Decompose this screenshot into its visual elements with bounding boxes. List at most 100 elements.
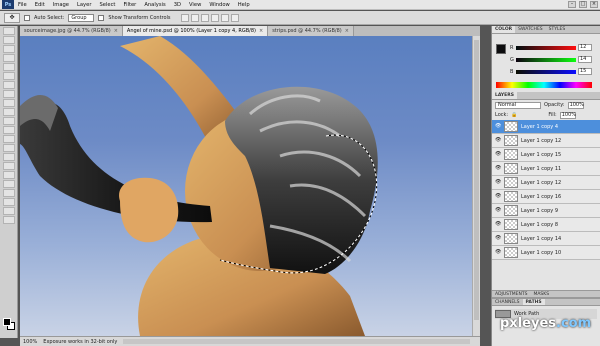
lasso-tool-icon[interactable]	[2, 45, 15, 53]
blue-value[interactable]: 15	[578, 68, 592, 75]
marquee-tool-icon[interactable]	[2, 36, 15, 44]
align-middle-icon[interactable]	[190, 13, 199, 22]
align-left-icon[interactable]	[210, 13, 219, 22]
path-select-tool-icon[interactable]	[2, 171, 15, 179]
gradient-tool-icon[interactable]	[2, 126, 15, 134]
visibility-eye-icon[interactable]: 👁	[495, 250, 501, 255]
zoom-level[interactable]: 100%	[23, 339, 37, 345]
visibility-eye-icon[interactable]: 👁	[495, 166, 501, 171]
move-tool-icon[interactable]	[2, 27, 15, 35]
menu-file[interactable]: File	[14, 2, 31, 8]
visibility-eye-icon[interactable]: 👁	[495, 208, 501, 213]
visibility-eye-icon[interactable]: 👁	[495, 236, 501, 241]
tab-color[interactable]: COLOR	[492, 26, 516, 33]
layer-row[interactable]: 👁 Layer 1 copy 14	[492, 232, 600, 246]
menu-3d[interactable]: 3D	[170, 2, 185, 8]
layer-row[interactable]: 👁 Layer 1 copy 10	[492, 246, 600, 260]
maximize-icon[interactable]: □	[579, 1, 587, 8]
layer-row[interactable]: 👁 Layer 1 copy 12	[492, 134, 600, 148]
minimize-icon[interactable]: –	[568, 1, 576, 8]
layer-row[interactable]: 👁 Layer 1 copy 16	[492, 190, 600, 204]
document-canvas[interactable]	[20, 36, 472, 336]
layer-row[interactable]: 👁 Layer 1 copy 9	[492, 204, 600, 218]
menu-window[interactable]: Window	[205, 2, 233, 8]
move-tool-preset-icon[interactable]: ✥	[4, 12, 20, 23]
menu-select[interactable]: Select	[95, 2, 119, 8]
tab-channels[interactable]: CHANNELS	[492, 299, 523, 305]
eyedropper-tool-icon[interactable]	[2, 72, 15, 80]
menu-image[interactable]: Image	[49, 2, 73, 8]
history-brush-tool-icon[interactable]	[2, 108, 15, 116]
red-value[interactable]: 12	[578, 44, 592, 51]
layer-row[interactable]: 👁 Layer 1 copy 8	[492, 218, 600, 232]
horizontal-scrollbar[interactable]	[123, 339, 470, 344]
3d-orbit-tool-icon[interactable]	[2, 198, 15, 206]
close-icon[interactable]: ×	[590, 1, 598, 8]
auto-select-dropdown[interactable]: Group	[68, 13, 95, 22]
lock-icon[interactable]: 🔒	[511, 112, 517, 118]
opacity-input[interactable]: 100%	[567, 101, 584, 109]
red-slider[interactable]	[516, 45, 576, 50]
eraser-tool-icon[interactable]	[2, 117, 15, 125]
blend-mode-dropdown[interactable]: Normal	[495, 101, 541, 109]
vertical-scrollbar[interactable]	[472, 36, 480, 336]
visibility-eye-icon[interactable]: 👁	[495, 124, 501, 129]
close-icon[interactable]: ×	[345, 28, 349, 34]
3d-rotate-tool-icon[interactable]	[2, 189, 15, 197]
pen-tool-icon[interactable]	[2, 153, 15, 161]
visibility-eye-icon[interactable]: 👁	[495, 138, 501, 143]
brush-tool-icon[interactable]	[2, 90, 15, 98]
close-icon[interactable]: ×	[259, 28, 263, 34]
menu-edit[interactable]: Edit	[31, 2, 49, 8]
tab-masks[interactable]: MASKS	[530, 291, 552, 297]
quick-select-tool-icon[interactable]	[2, 54, 15, 62]
menu-filter[interactable]: Filter	[119, 2, 140, 8]
blur-tool-icon[interactable]	[2, 135, 15, 143]
layer-row[interactable]: 👁 Layer 1 copy 11	[492, 162, 600, 176]
blue-slider[interactable]	[516, 69, 576, 74]
color-spectrum[interactable]	[496, 82, 592, 88]
menu-layer[interactable]: Layer	[73, 2, 95, 8]
tab-sourceimage[interactable]: sourceimage.jpg @ 44.7% (RGB/8) ×	[20, 26, 123, 36]
menu-view[interactable]: View	[185, 2, 205, 8]
tab-styles[interactable]: STYLES	[546, 26, 569, 33]
foreground-color-swatch[interactable]	[3, 318, 11, 326]
menu-analysis[interactable]: Analysis	[140, 2, 169, 8]
zoom-tool-icon[interactable]	[2, 216, 15, 224]
align-center-icon[interactable]	[220, 13, 229, 22]
visibility-eye-icon[interactable]: 👁	[495, 152, 501, 157]
tab-angel-of-mine[interactable]: Angel of mine.psd @ 100% (Layer 1 copy 4…	[122, 26, 269, 36]
foreground-color-box[interactable]	[496, 44, 506, 54]
hand-tool-icon[interactable]	[2, 207, 15, 215]
close-icon[interactable]: ×	[114, 28, 118, 34]
visibility-eye-icon[interactable]: 👁	[495, 222, 501, 227]
align-bottom-icon[interactable]	[200, 13, 209, 22]
show-transform-checkbox[interactable]	[98, 14, 105, 21]
tab-paths[interactable]: PATHS	[522, 299, 545, 305]
align-top-icon[interactable]	[180, 13, 189, 22]
tab-label: Angel of mine.psd @ 100% (Layer 1 copy 4…	[126, 28, 256, 34]
layer-row[interactable]: 👁 Layer 1 copy 4	[492, 120, 600, 134]
green-value[interactable]: 14	[578, 56, 592, 63]
healing-tool-icon[interactable]	[2, 81, 15, 89]
scroll-thumb[interactable]	[474, 40, 479, 320]
align-right-icon[interactable]	[230, 13, 239, 22]
menu-help[interactable]: Help	[234, 2, 254, 8]
auto-select-checkbox[interactable]	[24, 14, 30, 21]
tab-swatches[interactable]: SWATCHES	[515, 26, 546, 33]
type-tool-icon[interactable]	[2, 162, 15, 170]
green-slider[interactable]	[516, 57, 576, 62]
crop-tool-icon[interactable]	[2, 63, 15, 71]
visibility-eye-icon[interactable]: 👁	[495, 194, 501, 199]
fill-input[interactable]: 100%	[559, 111, 576, 119]
layer-thumbnail	[504, 135, 518, 146]
dodge-tool-icon[interactable]	[2, 144, 15, 152]
tab-strips[interactable]: strips.psd @ 44.7% (RGB/8) ×	[268, 26, 354, 36]
shape-tool-icon[interactable]	[2, 180, 15, 188]
visibility-eye-icon[interactable]: 👁	[495, 180, 501, 185]
tab-adjustments[interactable]: ADJUSTMENTS	[492, 291, 530, 297]
clone-stamp-tool-icon[interactable]	[2, 99, 15, 107]
layer-row[interactable]: 👁 Layer 1 copy 12	[492, 176, 600, 190]
tab-layers[interactable]: LAYERS	[492, 92, 517, 99]
layer-row[interactable]: 👁 Layer 1 copy 15	[492, 148, 600, 162]
